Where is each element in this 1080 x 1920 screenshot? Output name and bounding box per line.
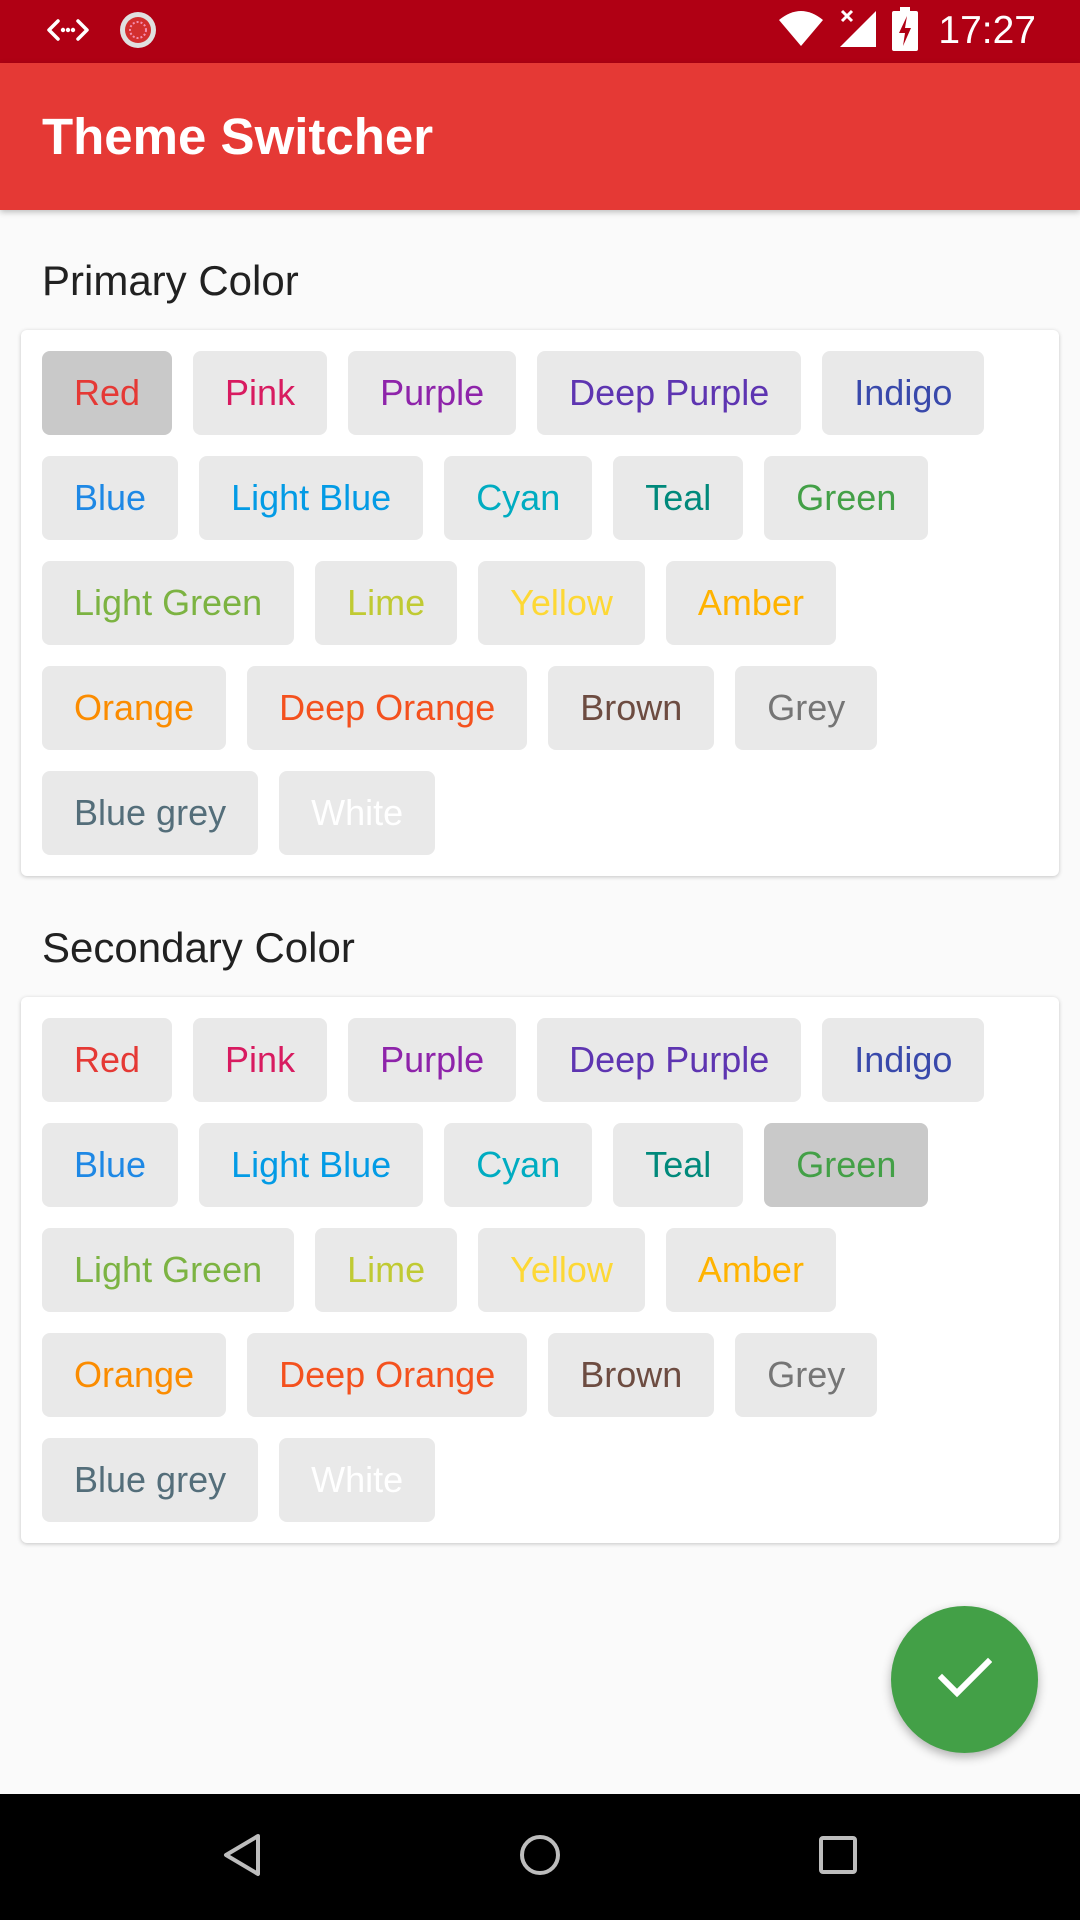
primary-chip-red[interactable]: Red	[42, 351, 173, 435]
primary-chip-blue[interactable]: Blue	[42, 456, 179, 540]
status-left-icons	[46, 10, 158, 54]
secondary-chip-deep-orange[interactable]: Deep Orange	[247, 1333, 528, 1417]
primary-chip-amber[interactable]: Amber	[665, 561, 836, 645]
primary-chip-lime[interactable]: Lime	[315, 561, 458, 645]
navigation-bar	[0, 1794, 1080, 1920]
primary-chip-brown[interactable]: Brown	[548, 666, 715, 750]
secondary-chip-green[interactable]: Green	[764, 1123, 929, 1207]
secondary-chip-deep-purple[interactable]: Deep Purple	[537, 1018, 802, 1102]
primary-color-title: Primary Color	[42, 257, 299, 304]
status-bar: 17:27	[0, 0, 1080, 63]
apply-fab-button[interactable]	[891, 1606, 1038, 1753]
secondary-color-chips: Red Pink Purple Deep Purple Indigo Blue Light …	[42, 1018, 1038, 1522]
secondary-chip-purple[interactable]: Purple	[348, 1018, 517, 1102]
status-right-icons: 17:27	[778, 7, 1036, 55]
app-bar: Theme Switcher	[0, 63, 1080, 210]
notification-dot-icon	[118, 10, 158, 54]
primary-chip-light-blue[interactable]: Light Blue	[199, 456, 424, 540]
secondary-chip-amber[interactable]: Amber	[665, 1228, 836, 1312]
secondary-chip-lime[interactable]: Lime	[315, 1228, 458, 1312]
secondary-chip-light-blue[interactable]: Light Blue	[199, 1123, 424, 1207]
primary-chip-blue-grey[interactable]: Blue grey	[42, 771, 259, 855]
primary-chip-orange[interactable]: Orange	[42, 666, 227, 750]
secondary-chip-blue-grey[interactable]: Blue grey	[42, 1438, 259, 1522]
code-arrows-icon	[46, 15, 90, 49]
primary-chip-deep-purple[interactable]: Deep Purple	[537, 351, 802, 435]
secondary-chip-blue[interactable]: Blue	[42, 1123, 179, 1207]
secondary-chip-grey[interactable]: Grey	[735, 1333, 878, 1417]
back-icon	[222, 1833, 262, 1881]
secondary-chip-light-green[interactable]: Light Green	[42, 1228, 295, 1312]
primary-chip-pink[interactable]: Pink	[193, 351, 328, 435]
wifi-icon	[778, 10, 824, 52]
signal-off-icon	[838, 9, 878, 53]
secondary-chip-brown[interactable]: Brown	[548, 1333, 715, 1417]
secondary-chip-cyan[interactable]: Cyan	[444, 1123, 593, 1207]
app-title: Theme Switcher	[42, 108, 434, 165]
status-time: 17:27	[938, 9, 1036, 52]
recents-icon	[818, 1835, 858, 1879]
primary-chip-green[interactable]: Green	[764, 456, 929, 540]
check-icon	[937, 1656, 992, 1704]
primary-chip-yellow[interactable]: Yellow	[478, 561, 645, 645]
battery-charging-icon	[892, 7, 919, 55]
primary-color-chips: Red Pink Purple Deep Purple Indigo Blue Light …	[42, 351, 1038, 855]
secondary-color-card: Red Pink Purple Deep Purple Indigo Blue Light …	[21, 997, 1059, 1543]
primary-chip-cyan[interactable]: Cyan	[444, 456, 593, 540]
primary-chip-light-green[interactable]: Light Green	[42, 561, 295, 645]
primary-chip-indigo[interactable]: Indigo	[822, 351, 985, 435]
home-icon	[518, 1833, 562, 1881]
secondary-chip-white[interactable]: White	[279, 1438, 436, 1522]
primary-chip-deep-orange[interactable]: Deep Orange	[247, 666, 528, 750]
secondary-color-title: Secondary Color	[42, 924, 355, 971]
back-button[interactable]	[207, 1822, 277, 1892]
secondary-chip-indigo[interactable]: Indigo	[822, 1018, 985, 1102]
secondary-chip-yellow[interactable]: Yellow	[478, 1228, 645, 1312]
recents-button[interactable]	[803, 1822, 873, 1892]
secondary-chip-pink[interactable]: Pink	[193, 1018, 328, 1102]
secondary-chip-teal[interactable]: Teal	[613, 1123, 744, 1207]
primary-chip-white[interactable]: White	[279, 771, 436, 855]
primary-color-card: Red Pink Purple Deep Purple Indigo Blue Light …	[21, 330, 1059, 876]
home-button[interactable]	[505, 1822, 575, 1892]
secondary-chip-red[interactable]: Red	[42, 1018, 173, 1102]
primary-chip-purple[interactable]: Purple	[348, 351, 517, 435]
primary-chip-grey[interactable]: Grey	[735, 666, 878, 750]
secondary-chip-orange[interactable]: Orange	[42, 1333, 227, 1417]
primary-chip-teal[interactable]: Teal	[613, 456, 744, 540]
